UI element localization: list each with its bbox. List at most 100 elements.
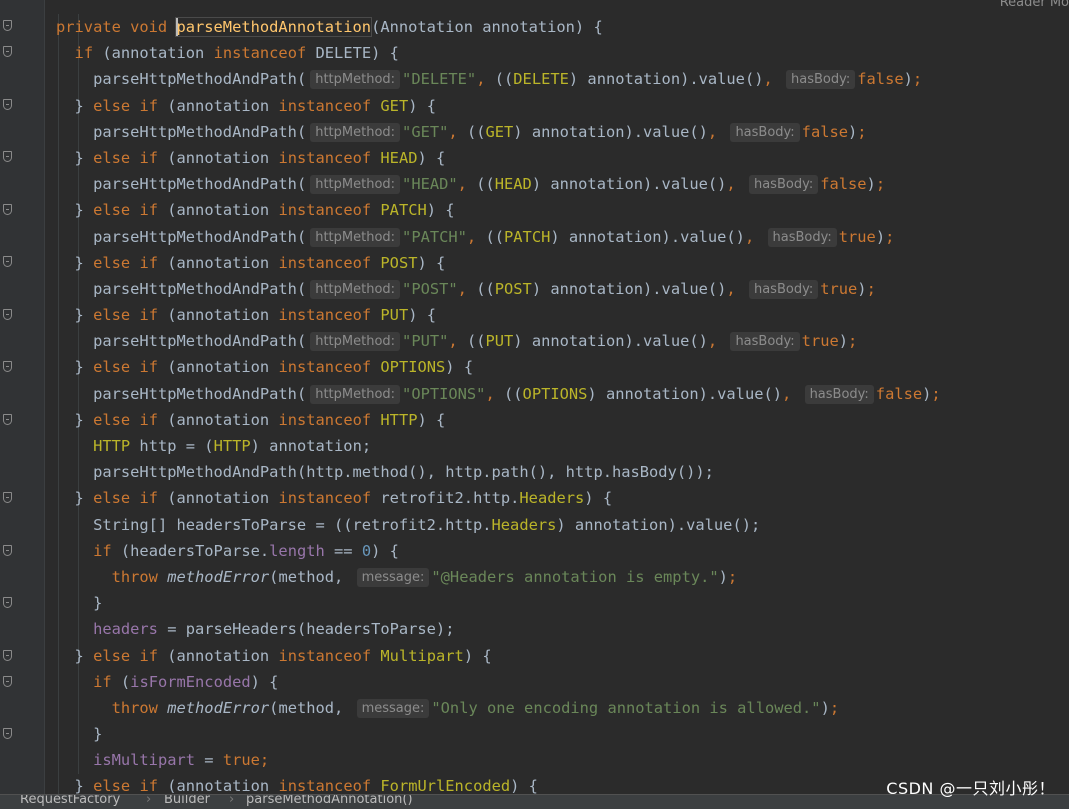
code-token: parseHttpMethodAndPath xyxy=(93,332,297,351)
code-token: if xyxy=(139,306,158,325)
code-token: OPTIONS xyxy=(380,358,446,377)
code-token: parseHttpMethodAndPath xyxy=(93,279,297,298)
code-token: instanceof xyxy=(278,253,372,272)
code-token: PATCH xyxy=(380,201,427,220)
reader-mode-toggle[interactable]: Reader Mo xyxy=(1000,0,1069,10)
code-token: PUT xyxy=(485,332,514,351)
code-line: } else if (annotation instanceof Multipa… xyxy=(56,646,492,665)
fold-marker-icon[interactable] xyxy=(3,492,12,503)
code-token: false xyxy=(875,384,923,403)
code-token: length xyxy=(269,541,325,560)
fold-marker-icon[interactable] xyxy=(3,728,12,739)
code-token: instanceof xyxy=(278,201,372,220)
code-token: instanceof xyxy=(278,358,372,377)
breadcrumb-item[interactable]: parseMethodAnnotation() xyxy=(246,795,413,807)
parameter-hint: httpMethod: xyxy=(310,175,401,195)
code-token: else xyxy=(93,410,131,429)
fold-marker-icon[interactable] xyxy=(3,46,12,57)
code-token: else xyxy=(93,306,131,325)
code-line: String[] headersToParse = ((retrofit2.ht… xyxy=(56,512,1069,538)
code-token: instanceof xyxy=(213,44,307,63)
code-token: ) annotation).value(); xyxy=(556,515,761,534)
fold-marker-icon[interactable] xyxy=(3,676,12,687)
fold-marker-icon[interactable] xyxy=(3,414,12,425)
code-token: HEAD xyxy=(380,148,418,167)
code-token: GET xyxy=(380,96,409,115)
code-token: true xyxy=(838,227,876,246)
code-token: if xyxy=(139,646,158,665)
code-token: 0 xyxy=(361,541,372,560)
code-token: if xyxy=(139,253,158,272)
string-literal: "@Headers annotation is empty." xyxy=(431,567,719,586)
string-literal: "PATCH" xyxy=(402,227,467,246)
fold-marker-icon[interactable] xyxy=(3,650,12,661)
code-token: else xyxy=(93,358,131,377)
code-token: if xyxy=(139,201,158,220)
code-line: } xyxy=(56,594,103,613)
code-line: parseHttpMethodAndPath(httpMethod: "OPTIO… xyxy=(93,384,941,404)
code-line: parseHttpMethodAndPath(httpMethod: "GET",… xyxy=(93,122,867,142)
code-token: if xyxy=(139,148,158,167)
code-token: if xyxy=(93,672,112,691)
string-literal: "Only one encoding annotation is allowed… xyxy=(431,698,821,717)
parameter-hint: httpMethod: xyxy=(310,279,401,299)
code-token: ) { xyxy=(371,541,399,560)
code-token: parseHttpMethodAndPath xyxy=(93,227,297,246)
code-token: HTTP xyxy=(93,437,131,455)
breadcrumb-item[interactable]: RequestFactory xyxy=(20,795,120,807)
string-literal: "GET" xyxy=(402,122,449,141)
code-token: HTTP xyxy=(213,437,251,455)
code-line: } else if (annotation instanceof PATCH) … xyxy=(56,201,455,220)
code-token: else xyxy=(93,489,131,508)
code-token: else xyxy=(93,201,131,220)
fold-marker-icon[interactable] xyxy=(3,20,12,31)
method-name[interactable]: parseMethodAnnotation xyxy=(175,17,373,37)
code-token: (Annotation annotation) { xyxy=(371,18,603,36)
code-token: else xyxy=(93,777,131,796)
fold-marker-icon[interactable] xyxy=(3,361,12,372)
breadcrumb-item[interactable]: Builder xyxy=(164,795,210,807)
code-token: else xyxy=(93,253,131,272)
code-token: OPTIONS xyxy=(522,384,588,403)
code-token: isFormEncoded xyxy=(130,672,251,691)
code-line: parseHttpMethodAndPath(httpMethod: "POST"… xyxy=(93,279,876,299)
code-token: if xyxy=(139,777,158,796)
parameter-hint: hasBody: xyxy=(730,122,800,142)
fold-marker-icon[interactable] xyxy=(3,545,12,556)
parameter-hint: hasBody: xyxy=(786,70,856,90)
fold-marker-icon[interactable] xyxy=(3,597,12,608)
code-token: PATCH xyxy=(504,227,551,246)
code-token: else xyxy=(93,96,131,115)
code-token: instanceof xyxy=(278,410,372,429)
string-literal: "DELETE" xyxy=(402,70,477,89)
fold-marker-icon[interactable] xyxy=(3,204,12,215)
code-token: HEAD xyxy=(494,175,532,194)
code-line: if (headersToParse.length == 0) { xyxy=(56,538,1069,564)
code-token: throw xyxy=(111,567,158,586)
string-literal: "OPTIONS" xyxy=(402,384,486,403)
fold-marker-icon[interactable] xyxy=(3,309,12,320)
code-token: if xyxy=(74,44,94,63)
parameter-hint: httpMethod: xyxy=(310,332,401,352)
code-line: } else if (annotation instanceof retrofi… xyxy=(56,489,613,508)
code-line: headers = parseHeaders(headersToParse); xyxy=(56,616,1069,642)
code-token: false xyxy=(820,175,867,194)
code-token: (headersToParse. xyxy=(111,541,270,560)
code-line: } else if (annotation instanceof OPTIONS… xyxy=(56,358,474,377)
code-token: true xyxy=(820,279,858,298)
code-token: instanceof xyxy=(278,148,372,167)
code-line: parseHttpMethodAndPath(httpMethod: "DELET… xyxy=(93,70,923,90)
code-line: throw methodError(method, message: "Only … xyxy=(111,698,840,718)
code-token: parseHttpMethodAndPath xyxy=(93,175,297,194)
code-token: PUT xyxy=(380,306,409,325)
code-token: parseHttpMethodAndPath xyxy=(93,70,297,89)
watermark: CSDN @一只刘小彤！ xyxy=(886,779,1055,798)
code-token: if xyxy=(139,358,158,377)
code-token: String[] headersToParse = ((retrofit2.ht… xyxy=(93,515,492,534)
code-editor[interactable]: private void parseMethodAnnotation(Annot… xyxy=(56,14,1069,800)
fold-marker-icon[interactable] xyxy=(3,151,12,162)
code-line: if (annotation instanceof DELETE) { xyxy=(74,44,399,63)
code-token: GET xyxy=(485,122,514,141)
fold-marker-icon[interactable] xyxy=(3,99,12,110)
fold-marker-icon[interactable] xyxy=(3,256,12,267)
